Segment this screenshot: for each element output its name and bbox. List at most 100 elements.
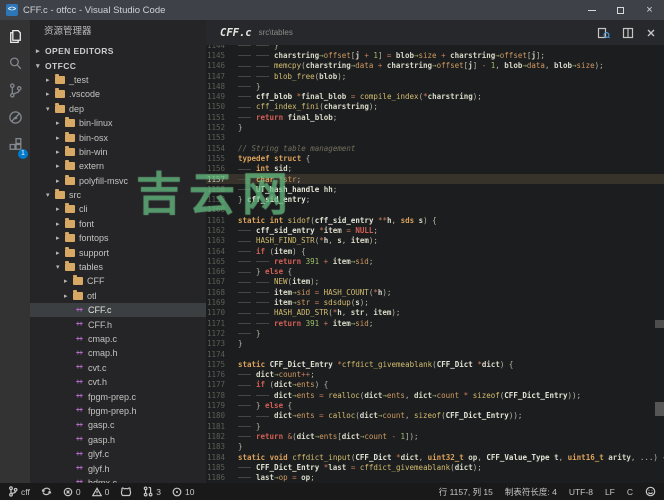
code-line-1181[interactable]: 1181} (206, 421, 664, 431)
code-line-1171[interactable]: 1171return 391 + item→sid; (206, 318, 664, 328)
tree-item-bin-win[interactable]: ▸bin-win (30, 145, 206, 159)
activitybar-source-control-button[interactable] (0, 79, 30, 106)
tree-item-bin-osx[interactable]: ▸bin-osx (30, 130, 206, 144)
tree-item-cff.h[interactable]: ++CFF.h (30, 317, 206, 331)
status-smiley[interactable] (645, 486, 656, 497)
tree-item-_test[interactable]: ▸_test (30, 73, 206, 87)
status-warning[interactable]: 0 (92, 487, 110, 497)
code-line-1151[interactable]: 1151return final_blob; (206, 112, 664, 122)
code-line-1149[interactable]: 1149cff_blob *final_blob = compile_index… (206, 91, 664, 101)
code-line-1172[interactable]: 1172} (206, 328, 664, 338)
code-line-1177[interactable]: 1177if (dict→ents) { (206, 380, 664, 390)
tree-item-cmap.c[interactable]: ++cmap.c (30, 332, 206, 346)
tree-item-.vscode[interactable]: ▸.vscode (30, 87, 206, 101)
tree-item-fontops[interactable]: ▸fontops (30, 231, 206, 245)
tree-item-fpgm-prep.h[interactable]: ++fpgm-prep.h (30, 404, 206, 418)
code-line-1175[interactable]: 1175static CFF_Dict_Entry *cffdict_givem… (206, 359, 664, 369)
code-line-1150[interactable]: 1150cff_index_fini(charstring); (206, 102, 664, 112)
activitybar-extensions-button[interactable]: 1 (0, 133, 30, 160)
code-line-1156[interactable]: 1156int sid; (206, 164, 664, 174)
code-line-1182[interactable]: 1182return &(dict→ents[dict→count - 1]); (206, 431, 664, 441)
scrollbar-thumb[interactable] (655, 402, 664, 416)
code-line-1148[interactable]: 1148} (206, 81, 664, 91)
code-line-1157[interactable]: 1157char *str; (206, 174, 664, 184)
code-line-1176[interactable]: 1176dict→count++; (206, 370, 664, 380)
code-line-1168[interactable]: 1168item→sid = HASH_COUNT(*h); (206, 287, 664, 297)
status-c[interactable]: C (627, 487, 633, 497)
tree-item-support[interactable]: ▸support (30, 245, 206, 259)
code-line-1174[interactable]: 1174 (206, 349, 664, 359)
status-utf-8[interactable]: UTF-8 (569, 487, 593, 497)
code-line-1180[interactable]: 1180dict→ents = calloc(dict→count, sizeo… (206, 411, 664, 421)
code-line-1159[interactable]: 1159} cff_sid_entry; (206, 194, 664, 204)
code-line-1184[interactable]: 1184static void cffdict_input(CFF_Dict *… (206, 452, 664, 462)
status-sync[interactable] (41, 486, 52, 497)
code-area[interactable]: 1144}1145charstring→offset[j + 1] = blob… (206, 45, 664, 483)
code-line-1183[interactable]: 1183} (206, 442, 664, 452)
tree-item-bin-linux[interactable]: ▸bin-linux (30, 116, 206, 130)
code-line-1166[interactable]: 1166} else { (206, 267, 664, 277)
status-行-1157-列-15[interactable]: 行 1157, 列 15 (439, 486, 493, 498)
tree-item-cff.c[interactable]: ++CFF.c (30, 303, 206, 317)
tree-item-gasp.h[interactable]: ++gasp.h (30, 433, 206, 447)
status-git-branch[interactable]: cff (8, 486, 30, 497)
tree-item-cmap.h[interactable]: ++cmap.h (30, 346, 206, 360)
tree-item-cli[interactable]: ▸cli (30, 202, 206, 216)
editor-file-name[interactable]: CFF.c (220, 27, 252, 39)
status-lf[interactable]: LF (605, 487, 615, 497)
activitybar-debug-button[interactable] (0, 106, 30, 133)
code-line-1158[interactable]: 1158UT_hash_handle hh; (206, 184, 664, 194)
tree-item-cvt.h[interactable]: ++cvt.h (30, 375, 206, 389)
split-editor-icon[interactable] (622, 27, 634, 39)
tree-item-src[interactable]: ▾src (30, 188, 206, 202)
code-line-1186[interactable]: 1186last→op = op; (206, 472, 664, 482)
tree-item-polyfill-msvc[interactable]: ▸polyfill-msvc (30, 174, 206, 188)
tree-item-dep[interactable]: ▾dep (30, 102, 206, 116)
code-line-1146[interactable]: 1146memcpy(charstring→data + charstring→… (206, 61, 664, 71)
code-line-1164[interactable]: 1164if (item) { (206, 246, 664, 256)
code-line-1152[interactable]: 1152} (206, 122, 664, 132)
code-line-1179[interactable]: 1179} else { (206, 400, 664, 410)
code-line-1154[interactable]: 1154// String table management (206, 143, 664, 153)
code-line-1153[interactable]: 1153 (206, 133, 664, 143)
scrollbar-mark[interactable] (655, 320, 664, 328)
close-editor-icon[interactable] (646, 28, 656, 38)
code-line-1162[interactable]: 1162cff_sid_entry *item = NULL; (206, 225, 664, 235)
maximize-button[interactable] (606, 0, 635, 20)
tree-item-otl[interactable]: ▸otl (30, 289, 206, 303)
activitybar-explorer-button[interactable] (0, 25, 30, 52)
code-line-1170[interactable]: 1170HASH_ADD_STR(*h, str, item); (206, 308, 664, 318)
code-line-1173[interactable]: 1173} (206, 339, 664, 349)
tree-item-glyf.h[interactable]: ++glyf.h (30, 461, 206, 475)
tree-item-fpgm-prep.c[interactable]: ++fpgm-prep.c (30, 389, 206, 403)
code-line-1185[interactable]: 1185CFF_Dict_Entry *last = cffdict_givem… (206, 462, 664, 472)
tree-item-gasp.c[interactable]: ++gasp.c (30, 418, 206, 432)
tree-item-hdmx.c[interactable]: ++hdmx.c (30, 476, 206, 483)
code-line-1161[interactable]: 1161static int sidof(cff_sid_entry **h, … (206, 215, 664, 225)
tree-item-font[interactable]: ▸font (30, 217, 206, 231)
status-github[interactable] (120, 486, 132, 497)
tree-item-tables[interactable]: ▾tables (30, 260, 206, 274)
code-line-1169[interactable]: 1169item→str = sdsdup(s); (206, 297, 664, 307)
code-line-1167[interactable]: 1167NEW(item); (206, 277, 664, 287)
status-issue[interactable]: 10 (172, 487, 194, 497)
tree-section-open editors[interactable]: ▸OPEN EDITORS (30, 44, 206, 58)
activitybar-search-button[interactable] (0, 52, 30, 79)
tree-item-glyf.c[interactable]: ++glyf.c (30, 447, 206, 461)
code-line-1165[interactable]: 1165return 391 + item→sid; (206, 256, 664, 266)
code-line-1178[interactable]: 1178dict→ents = realloc(dict→ents, dict→… (206, 390, 664, 400)
code-line-1163[interactable]: 1163HASH_FIND_STR(*h, s, item); (206, 236, 664, 246)
tree-item-cvt.c[interactable]: ++cvt.c (30, 361, 206, 375)
code-line-1160[interactable]: 1160 (206, 205, 664, 215)
open-preview-icon[interactable] (597, 27, 610, 39)
tree-item-extern[interactable]: ▸extern (30, 159, 206, 173)
minimize-button[interactable] (577, 0, 606, 20)
status-pull-request[interactable]: 3 (143, 486, 161, 497)
close-button[interactable]: × (635, 0, 664, 20)
code-line-1145[interactable]: 1145charstring→offset[j + 1] = blob→size… (206, 50, 664, 60)
status-error[interactable]: 0 (63, 487, 81, 497)
code-line-1155[interactable]: 1155typedef struct { (206, 153, 664, 163)
tree-item-cff[interactable]: ▸CFF (30, 274, 206, 288)
status-制表符长度-4[interactable]: 制表符长度: 4 (505, 486, 557, 498)
tree-section-otfcc[interactable]: ▾OTFCC (30, 58, 206, 72)
